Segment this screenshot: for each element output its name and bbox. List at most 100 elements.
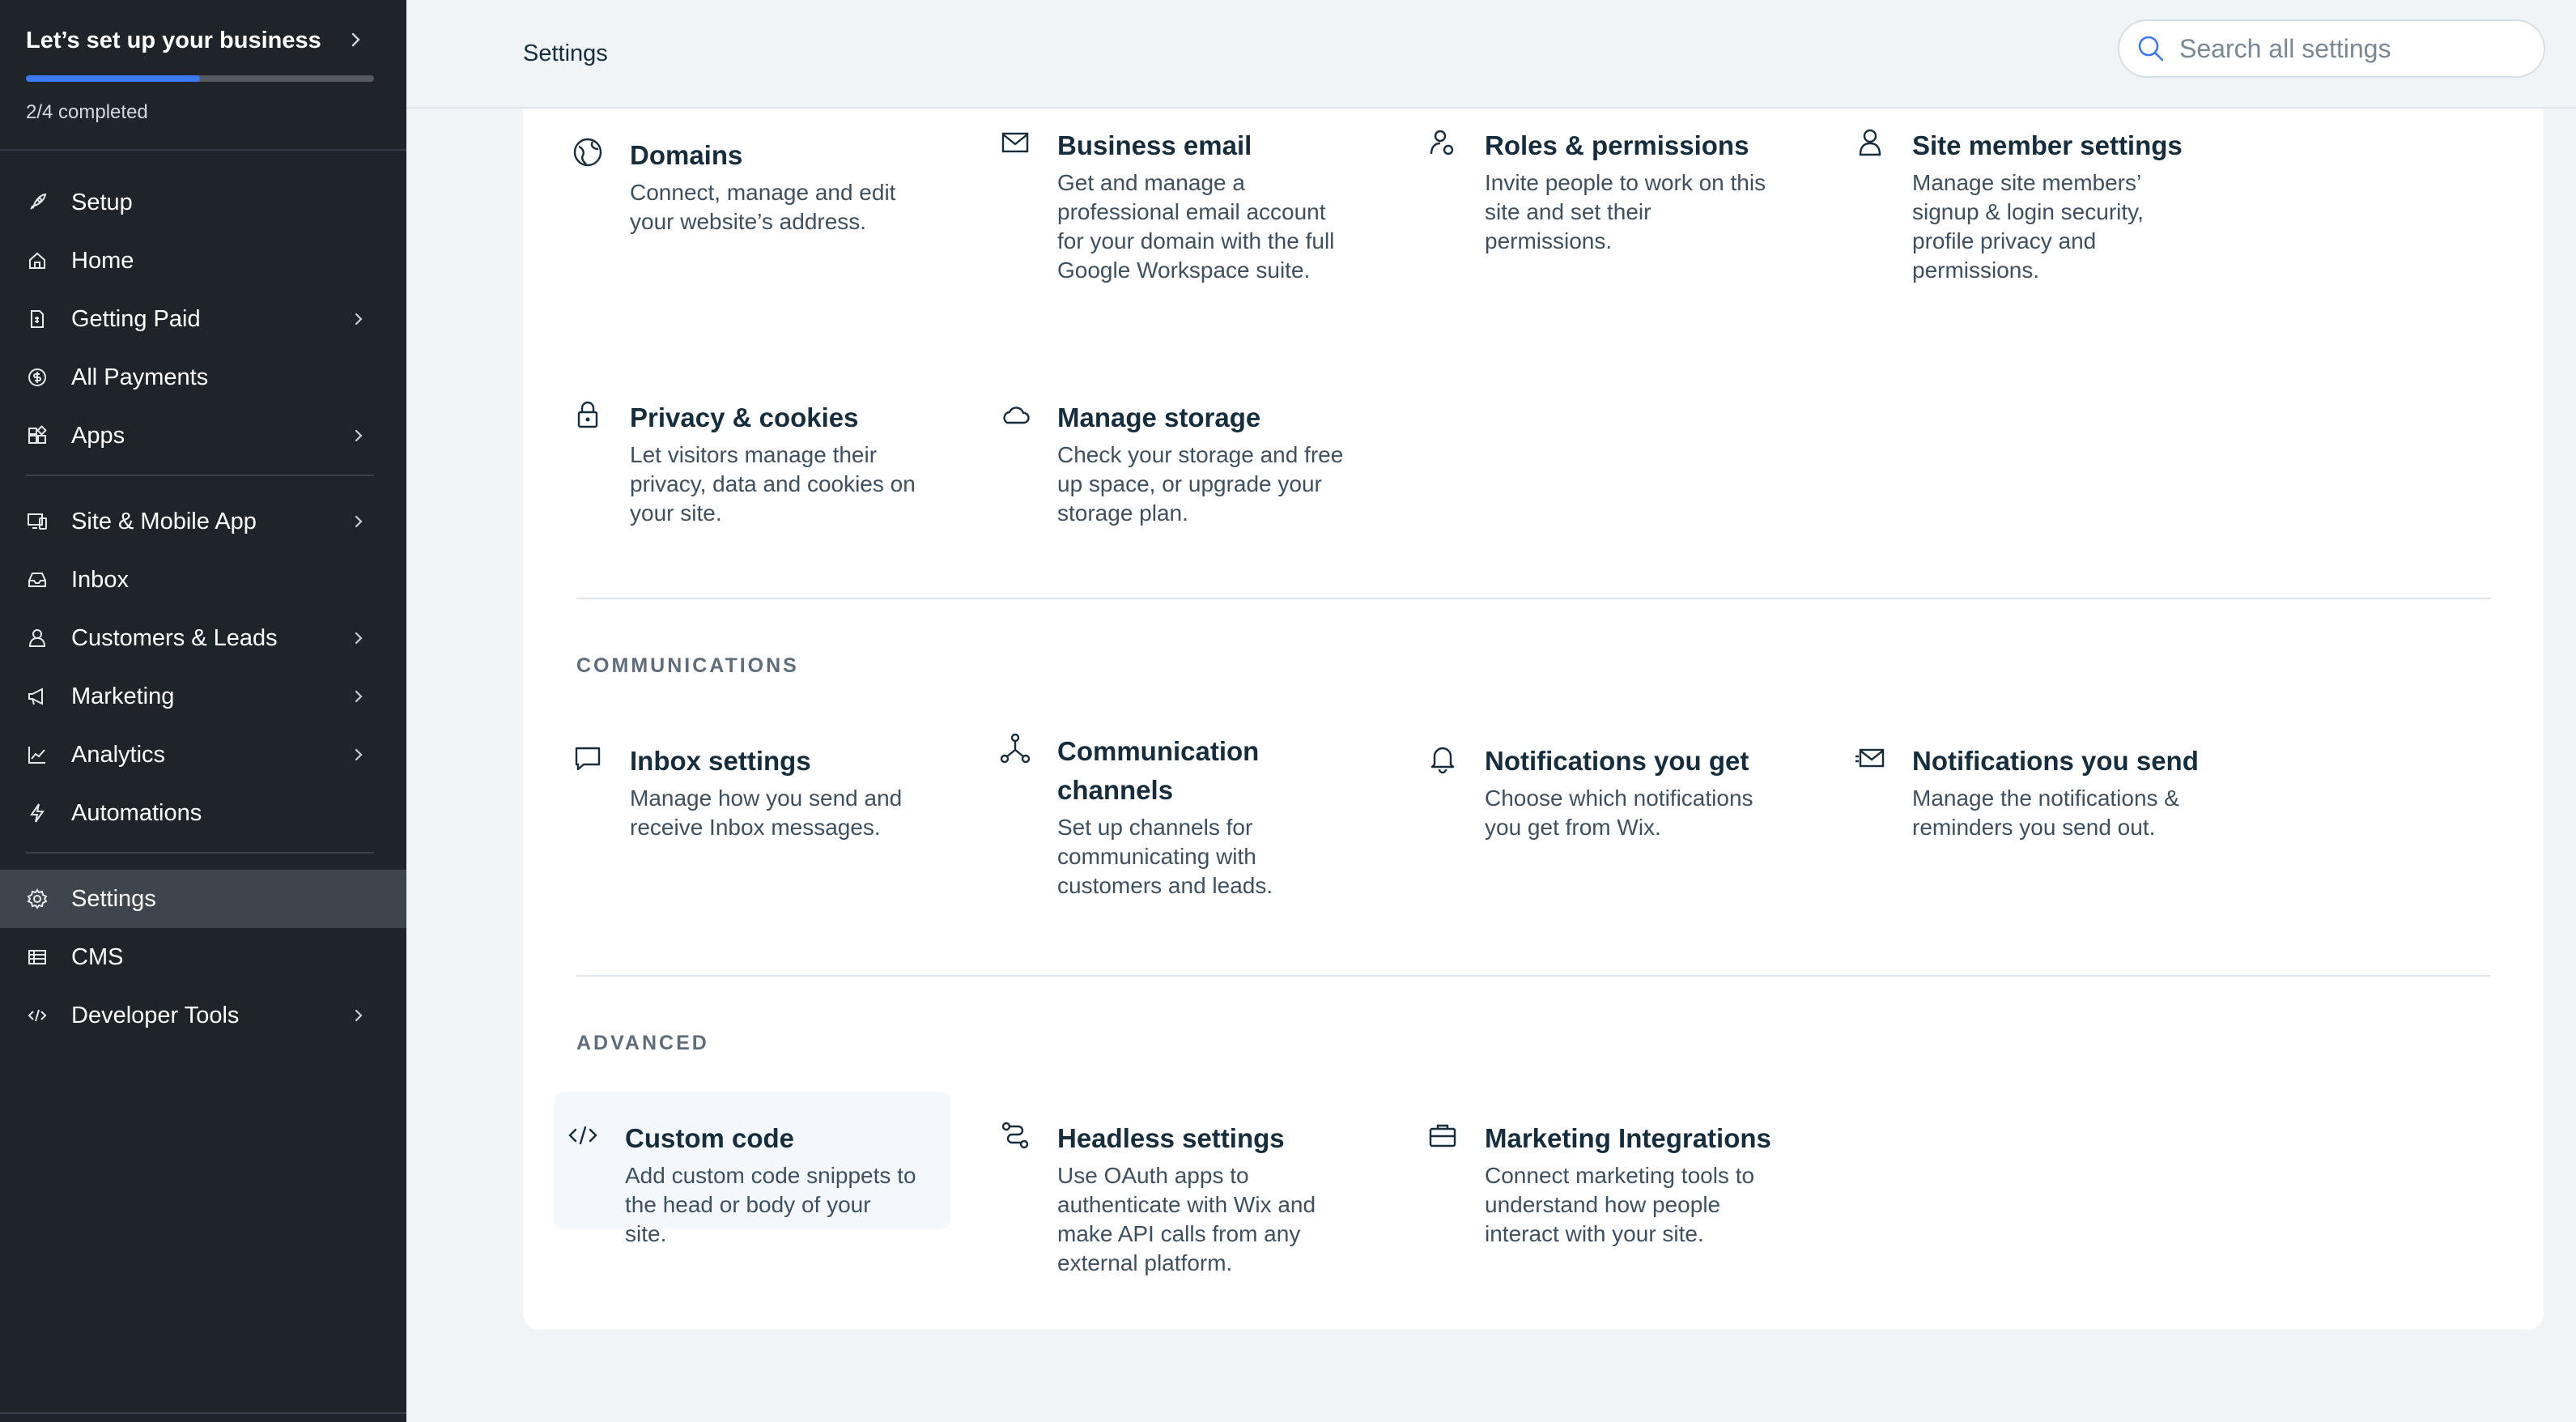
sidebar-item-automations[interactable]: Automations: [0, 784, 406, 842]
tile-custom-code[interactable]: Custom code Add custom code snippets to …: [554, 1092, 950, 1246]
send-mail-icon: [1854, 742, 1886, 774]
tile-title: Site member settings: [1912, 130, 2183, 160]
section-title-communications: COMMUNICATIONS: [576, 654, 799, 677]
sidebar-bottom-divider: [0, 1412, 406, 1422]
sidebar-item-label: Customers & Leads: [71, 624, 278, 651]
tile-description: Add custom code snippets to the head or …: [625, 1163, 916, 1246]
tile-domains[interactable]: Domains Connect, manage and edit your we…: [559, 109, 955, 264]
chevron-right-icon: [355, 1009, 363, 1022]
tile-description: Let visitors manage their privacy, data …: [630, 442, 916, 526]
tile-title: Manage storage: [1057, 402, 1261, 432]
sidebar-item-site-and-mobile-app[interactable]: Site & Mobile App: [0, 492, 406, 551]
chevron-right-icon: [355, 632, 363, 645]
sidebar-item-label: Marketing: [71, 683, 175, 709]
sidebar-item-all-payments[interactable]: All Payments: [0, 348, 406, 407]
tile-site-member-settings[interactable]: Site member settings Manage site members…: [1841, 99, 2238, 313]
tile-headless-settings[interactable]: Headless settings Use OAuth apps to auth…: [986, 1092, 1383, 1305]
code-icon: [567, 1119, 599, 1152]
tile-title: Notifications you send: [1912, 746, 2199, 776]
tile-business-email[interactable]: Business email Get and manage a professi…: [986, 99, 1383, 313]
sidebar-item-label: Apps: [71, 422, 125, 449]
tile-roles-permissions[interactable]: Roles & permissions Invite people to wor…: [1413, 99, 1810, 283]
setup-title: Let’s set up your business: [26, 28, 321, 53]
user-key-icon: [1426, 126, 1459, 159]
nav-group: Setup Home Getting Paid All Payments Apps: [26, 151, 374, 476]
page-title: Settings: [523, 40, 608, 66]
home-icon: [26, 249, 49, 272]
tile-title: Business email: [1057, 130, 1252, 160]
sidebar-item-marketing[interactable]: Marketing: [0, 667, 406, 726]
setup-progress-text: 2/4 completed: [26, 101, 148, 123]
section-divider: [576, 598, 2490, 599]
chevron-right-icon: [355, 515, 363, 528]
sidebar-item-label: Analytics: [71, 741, 166, 768]
invoice-icon: [26, 308, 49, 330]
setup-progress-bar: [26, 75, 374, 82]
tile-description: Manage the notifications & reminders you…: [1912, 786, 2179, 840]
search-icon: [2138, 36, 2164, 62]
cloud-icon: [999, 398, 1031, 431]
sidebar-item-inbox[interactable]: Inbox: [0, 551, 406, 609]
sidebar-item-home[interactable]: Home: [0, 232, 406, 290]
tile-inbox-settings[interactable]: Inbox settings Manage how you send and r…: [559, 714, 955, 870]
table-icon: [26, 946, 49, 969]
sidebar-item-label: Home: [71, 247, 134, 274]
sidebar-item-label: Getting Paid: [71, 305, 201, 332]
sidebar-item-analytics[interactable]: Analytics: [0, 726, 406, 784]
tile-description: Connect marketing tools to understand ho…: [1485, 1163, 1755, 1246]
envelope-icon: [999, 126, 1031, 159]
inbox-icon: [26, 568, 49, 591]
sidebar: Let’s set up your business 2/4 completed…: [0, 0, 406, 1422]
tile-privacy-cookies[interactable]: Privacy & cookies Let visitors manage th…: [559, 371, 955, 556]
section-divider: [576, 975, 2490, 977]
sidebar-item-setup[interactable]: Setup: [0, 173, 406, 232]
tile-description: Choose which notifications you get from …: [1485, 786, 1753, 840]
dollar-icon: [26, 366, 49, 389]
tile-title: Custom code: [625, 1123, 795, 1153]
globe-icon: [572, 136, 604, 168]
tile-description: Check your storage and free up space, or…: [1057, 442, 1344, 526]
sidebar-item-developer-tools[interactable]: Developer Tools: [0, 986, 406, 1045]
tile-title: Privacy & cookies: [630, 402, 859, 432]
tile-description: Connect, manage and edit your website’s …: [630, 180, 896, 234]
tile-communication-channels[interactable]: Communication channels Set up channels f…: [986, 705, 1367, 928]
tile-description: Use OAuth apps to authenticate with Wix …: [1057, 1163, 1316, 1275]
search-box[interactable]: [2118, 19, 2545, 78]
sidebar-item-cms[interactable]: CMS: [0, 928, 406, 986]
tile-title: Headless settings: [1057, 1123, 1285, 1153]
sidebar-item-label: Site & Mobile App: [71, 508, 257, 534]
rocket-icon: [26, 191, 49, 214]
sidebar-item-customers-and-leads[interactable]: Customers & Leads: [0, 609, 406, 667]
sidebar-item-label: Inbox: [71, 566, 129, 593]
sidebar-item-getting-paid[interactable]: Getting Paid: [0, 290, 406, 348]
settings-panel: Domains Connect, manage and edit your we…: [523, 109, 2544, 1330]
person-icon: [1854, 126, 1886, 159]
lightning-icon: [26, 802, 49, 824]
sidebar-item-settings[interactable]: Settings: [0, 870, 406, 928]
sidebar-item-label: All Payments: [71, 364, 209, 390]
tile-description: Set up channels for communicating with c…: [1057, 815, 1273, 898]
megaphone-icon: [26, 685, 49, 708]
tile-description: Invite people to work on this site and s…: [1485, 170, 1766, 253]
tile-title: Marketing Integrations: [1485, 1123, 1771, 1153]
customers-icon: [26, 627, 49, 649]
apps-icon: [26, 424, 49, 447]
tile-notifications-send[interactable]: Notifications you send Manage the notifi…: [1841, 714, 2238, 870]
sidebar-nav: Setup Home Getting Paid All Payments Apps Sit…: [0, 151, 406, 1054]
section-title-advanced: ADVANCED: [576, 1032, 709, 1054]
gear-icon: [26, 888, 49, 910]
chevron-right-icon: [351, 32, 360, 47]
tile-title: Communication channels: [1057, 736, 1260, 805]
sidebar-item-apps[interactable]: Apps: [0, 407, 406, 465]
tile-marketing-integrations[interactable]: Marketing Integrations Connect marketing…: [1413, 1092, 1810, 1276]
search-input[interactable]: [2179, 33, 2519, 64]
devices-icon: [26, 510, 49, 533]
tile-manage-storage[interactable]: Manage storage Check your storage and fr…: [986, 371, 1383, 556]
page-header: Settings: [406, 0, 2576, 109]
analytics-icon: [26, 743, 49, 766]
tile-title: Roles & permissions: [1485, 130, 1749, 160]
chevron-right-icon: [355, 429, 363, 442]
setup-progress-card[interactable]: Let’s set up your business 2/4 completed: [0, 0, 406, 151]
lock-icon: [572, 398, 604, 431]
tile-notifications-get[interactable]: Notifications you get Choose which notif…: [1413, 714, 1810, 870]
